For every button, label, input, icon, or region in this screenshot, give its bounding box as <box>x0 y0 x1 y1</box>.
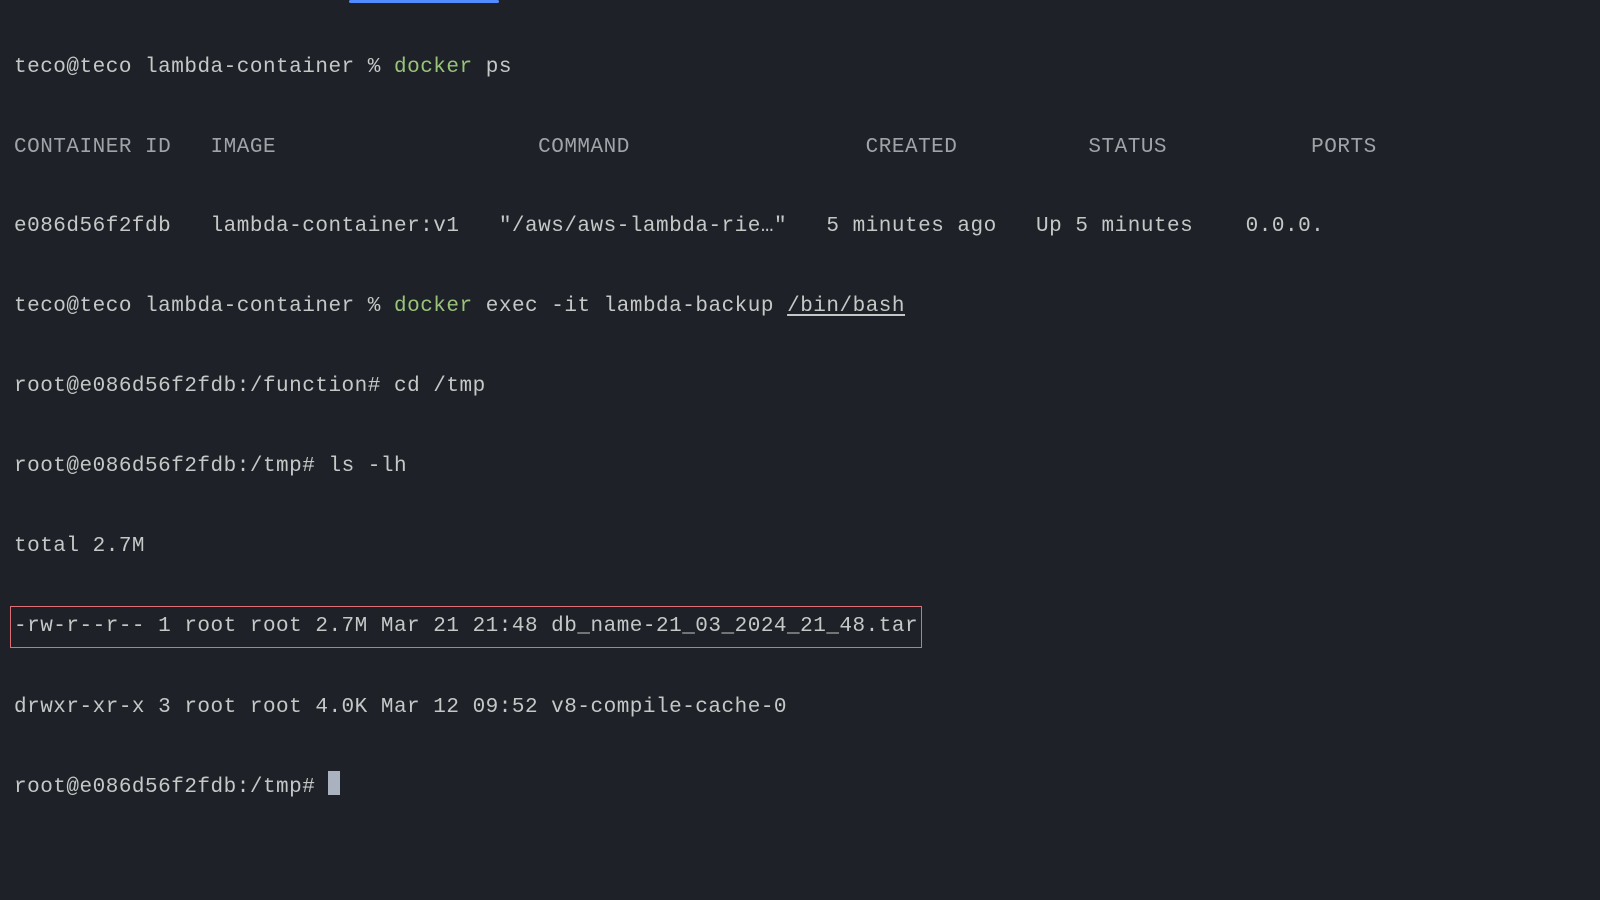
command-args-pre: exec -it lambda-backup <box>486 295 787 318</box>
col-created: CREATED <box>866 136 958 159</box>
root-prompt: root@e086d56f2fdb:/function# <box>14 375 381 398</box>
prompt-dir: lambda-container <box>145 295 355 318</box>
ps-data-row: e086d56f2fdb lambda-container:v1 "/aws/a… <box>14 207 1586 247</box>
terminal-output[interactable]: teco@teco lambda-container % docker ps C… <box>14 8 1586 848</box>
val-ports: 0.0.0. <box>1246 215 1325 238</box>
prompt-symbol: % <box>368 56 381 79</box>
cmd-cd: cd /tmp <box>394 375 486 398</box>
root-prompt: root@e086d56f2fdb:/tmp# <box>14 776 328 799</box>
prompt-symbol: % <box>368 295 381 318</box>
prompt-line-2: teco@teco lambda-container % docker exec… <box>14 287 1586 327</box>
file-row-highlighted: -rw-r--r-- 1 root root 2.7M Mar 21 21:48… <box>14 606 1586 648</box>
command-docker: docker <box>394 295 473 318</box>
root-prompt: root@e086d56f2fdb:/tmp# <box>14 455 315 478</box>
val-image: lambda-container:v1 <box>211 215 460 238</box>
command-docker: docker <box>394 56 473 79</box>
prompt-line-3[interactable]: root@e086d56f2fdb:/tmp# <box>14 768 1586 808</box>
col-ports: PORTS <box>1311 136 1377 159</box>
command-args-path: /bin/bash <box>787 295 905 318</box>
line-cd: root@e086d56f2fdb:/function# cd /tmp <box>14 367 1586 407</box>
cursor-icon <box>328 771 340 795</box>
total-line: total 2.7M <box>14 527 1586 567</box>
file-row: drwxr-xr-x 3 root root 4.0K Mar 12 09:52… <box>14 688 1586 728</box>
ps-header-row: CONTAINER ID IMAGE COMMAND CREATED STATU… <box>14 128 1586 168</box>
line-ls: root@e086d56f2fdb:/tmp# ls -lh <box>14 447 1586 487</box>
tab-accent-bar <box>349 0 499 3</box>
highlight-annotation: -rw-r--r-- 1 root root 2.7M Mar 21 21:48… <box>10 606 922 648</box>
prompt-user-host: teco@teco <box>14 56 132 79</box>
col-command: COMMAND <box>538 136 630 159</box>
prompt-user-host: teco@teco <box>14 295 132 318</box>
col-status: STATUS <box>1088 136 1167 159</box>
command-args: ps <box>486 56 512 79</box>
prompt-line-1: teco@teco lambda-container % docker ps <box>14 48 1586 88</box>
col-container-id: CONTAINER ID <box>14 136 171 159</box>
val-created: 5 minutes ago <box>826 215 996 238</box>
val-status: Up 5 minutes <box>1036 215 1193 238</box>
col-image: IMAGE <box>211 136 277 159</box>
val-container-id: e086d56f2fdb <box>14 215 171 238</box>
cmd-ls: ls -lh <box>328 455 407 478</box>
val-command: "/aws/aws-lambda-rie…" <box>499 215 787 238</box>
prompt-dir: lambda-container <box>145 56 355 79</box>
